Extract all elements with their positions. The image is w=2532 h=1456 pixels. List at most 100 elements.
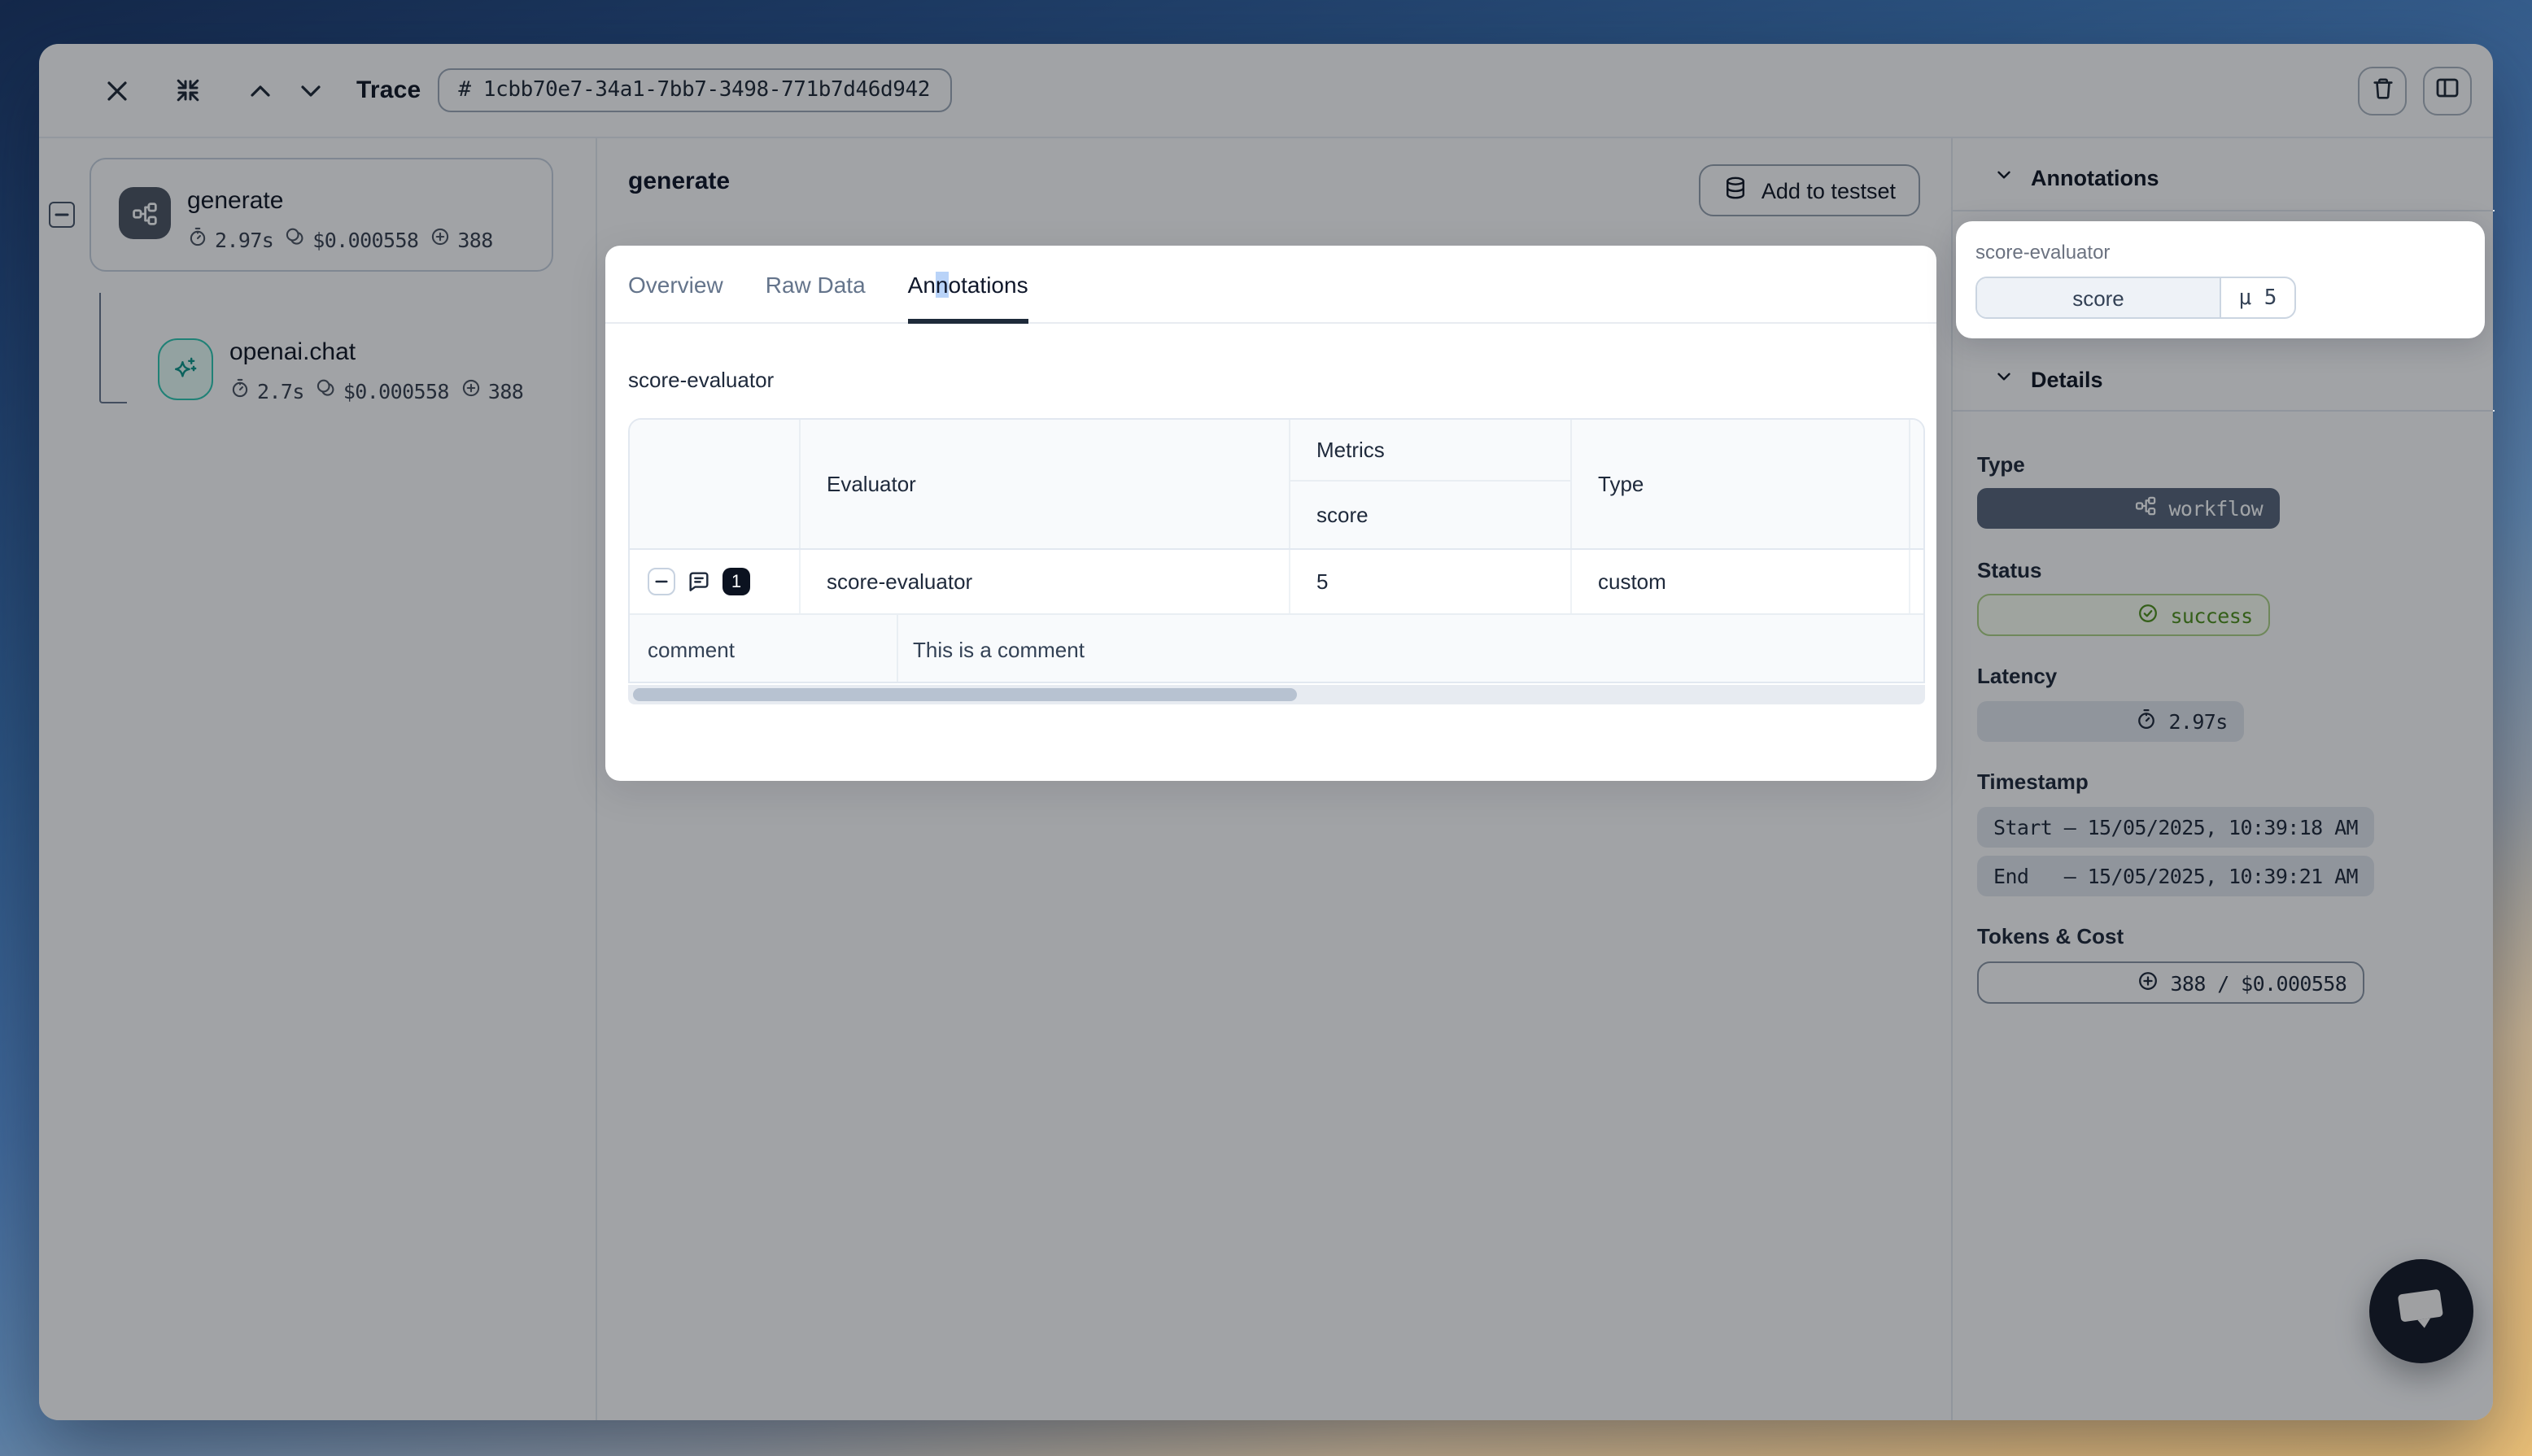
type-value: workflow [2168, 496, 2263, 521]
next-trace-button[interactable] [288, 68, 334, 113]
tabs-row: Overview Raw Data Annotations [605, 246, 1936, 324]
workflow-icon [1993, 470, 2157, 547]
node-cost: $0.000558 [312, 227, 418, 251]
node-title: generate [187, 187, 493, 215]
coins-icon [316, 377, 337, 403]
table-header: Evaluator Metrics score Type [630, 420, 1923, 550]
tab-annotations[interactable]: Annotations [908, 246, 1028, 322]
page-title: Trace [356, 76, 421, 104]
node-latency: 2.7s [257, 378, 304, 403]
score-metric-pill[interactable]: score μ 5 [1975, 277, 2296, 319]
comment-icon[interactable] [687, 569, 711, 594]
sparkles-icon [158, 338, 213, 400]
tab-raw-data[interactable]: Raw Data [766, 246, 866, 322]
cell-evaluator: score-evaluator [801, 550, 1290, 613]
tree-collapse-toggle[interactable] [49, 202, 75, 228]
timestamp-start-badge: Start – 15/05/2025, 10:39:18 AM [1977, 807, 2374, 848]
horizontal-scrollbar [628, 685, 1925, 704]
chevron-up-icon [247, 77, 273, 103]
node-cost: $0.000558 [343, 378, 449, 403]
modal-body: generate 2.97s $0.000558 388 [39, 138, 2493, 1420]
divider [1953, 410, 2495, 412]
span-header: generate Add to testset [597, 138, 1951, 246]
node-stats: 2.7s $0.000558 388 [229, 377, 523, 403]
stopwatch-icon [229, 377, 251, 403]
close-icon [104, 77, 130, 103]
tree-node-openai-chat[interactable]: openai.chat 2.7s $0.000558 388 [158, 338, 523, 403]
tokens-cost-value: 388 / $0.000558 [2170, 970, 2346, 995]
trace-tree-sidebar: generate 2.97s $0.000558 388 [39, 138, 597, 1420]
minus-square-icon [54, 203, 70, 227]
trace-modal: Trace # 1cbb70e7-34a1-7bb7-3498-771b7d46… [39, 44, 2493, 1420]
span-tab-panel: Overview Raw Data Annotations score-eval… [605, 246, 1936, 781]
trace-topbar: Trace # 1cbb70e7-34a1-7bb7-3498-771b7d46… [39, 44, 2493, 138]
timestamp-end-badge: End – 15/05/2025, 10:39:21 AM [1977, 856, 2374, 896]
prev-trace-button[interactable] [238, 68, 283, 113]
circle-plus-icon [1995, 944, 2159, 1021]
evaluator-section-title: score-evaluator [628, 368, 774, 392]
details-header-label: Details [2031, 367, 2103, 391]
add-to-testset-button[interactable]: Add to testset [1700, 164, 1920, 216]
status-badge: success [1977, 594, 2271, 636]
stopwatch-icon [1993, 683, 2157, 760]
text-selection: n [936, 271, 949, 297]
circle-plus-icon [461, 377, 482, 403]
details-panel: Annotations score-evaluator score μ 5 De… [1951, 138, 2493, 1420]
annotations-section-header[interactable]: Annotations [1993, 164, 2159, 190]
workflow-icon [119, 187, 171, 239]
column-header-evaluator: Evaluator [801, 420, 1290, 548]
delete-trace-button[interactable] [2358, 66, 2407, 115]
status-value: success [2170, 603, 2252, 627]
annotations-table: Evaluator Metrics score Type [628, 418, 1925, 683]
table-row: 1 score-evaluator 5 custom [630, 550, 1923, 615]
annotation-card: score-evaluator score μ 5 [1956, 221, 2485, 338]
node-title: openai.chat [229, 338, 523, 366]
column-header-type: Type [1572, 420, 1910, 548]
latency-badge: 2.97s [1977, 701, 2244, 742]
minus-icon [654, 569, 669, 594]
add-to-testset-label: Add to testset [1761, 178, 1896, 203]
chat-support-button[interactable] [2369, 1259, 2473, 1363]
chat-bubble-icon [2390, 1279, 2452, 1344]
comment-key: comment [630, 615, 898, 683]
collapse-row-button[interactable] [648, 568, 675, 595]
node-stats: 2.97s $0.000558 388 [187, 226, 493, 252]
node-tokens: 388 [488, 378, 523, 403]
close-button[interactable] [94, 68, 140, 113]
node-latency: 2.97s [215, 227, 273, 251]
app-root: Trace # 1cbb70e7-34a1-7bb7-3498-771b7d46… [0, 0, 2532, 1456]
tab-overview[interactable]: Overview [628, 246, 723, 322]
node-tokens: 388 [457, 227, 492, 251]
cell-type: custom [1572, 550, 1910, 613]
timestamp-label: Timestamp [1977, 769, 2089, 794]
toggle-panel-button[interactable] [2423, 66, 2472, 115]
tree-node-generate[interactable]: generate 2.97s $0.000558 388 [89, 158, 553, 272]
trace-id-badge: # 1cbb70e7-34a1-7bb7-3498-771b7d46d942 [437, 68, 951, 112]
span-detail-main: generate Add to testset Overview Raw Dat… [597, 138, 1951, 1420]
chevron-down-icon [298, 77, 324, 103]
stopwatch-icon [187, 226, 208, 252]
minimize-button[interactable] [164, 68, 210, 113]
check-circle-icon [1995, 577, 2159, 653]
divider [1953, 210, 2495, 211]
circle-plus-icon [430, 226, 451, 252]
tokens-cost-badge: 388 / $0.000558 [1977, 961, 2364, 1004]
annotations-header-label: Annotations [2031, 165, 2159, 190]
chevron-down-icon [1993, 164, 2015, 190]
comment-value: This is a comment [898, 615, 1923, 683]
comment-count-badge: 1 [722, 568, 750, 595]
metric-name-segment: score [1977, 278, 2221, 317]
trash-icon [2370, 76, 2394, 105]
type-badge: workflow [1977, 488, 2279, 529]
sidebar-layout-icon [2434, 75, 2460, 106]
scrollbar-thumb[interactable] [633, 688, 1297, 701]
database-icon [1724, 176, 1748, 205]
span-title: generate [628, 168, 730, 195]
latency-value: 2.97s [2168, 709, 2227, 734]
arrows-pointing-in-icon [173, 76, 201, 104]
metric-value-segment: μ 5 [2221, 278, 2294, 317]
tree-connector [99, 293, 127, 403]
column-subheader-score: score [1290, 482, 1570, 548]
comment-row: comment This is a comment [630, 615, 1923, 683]
details-section-header[interactable]: Details [1993, 366, 2103, 392]
